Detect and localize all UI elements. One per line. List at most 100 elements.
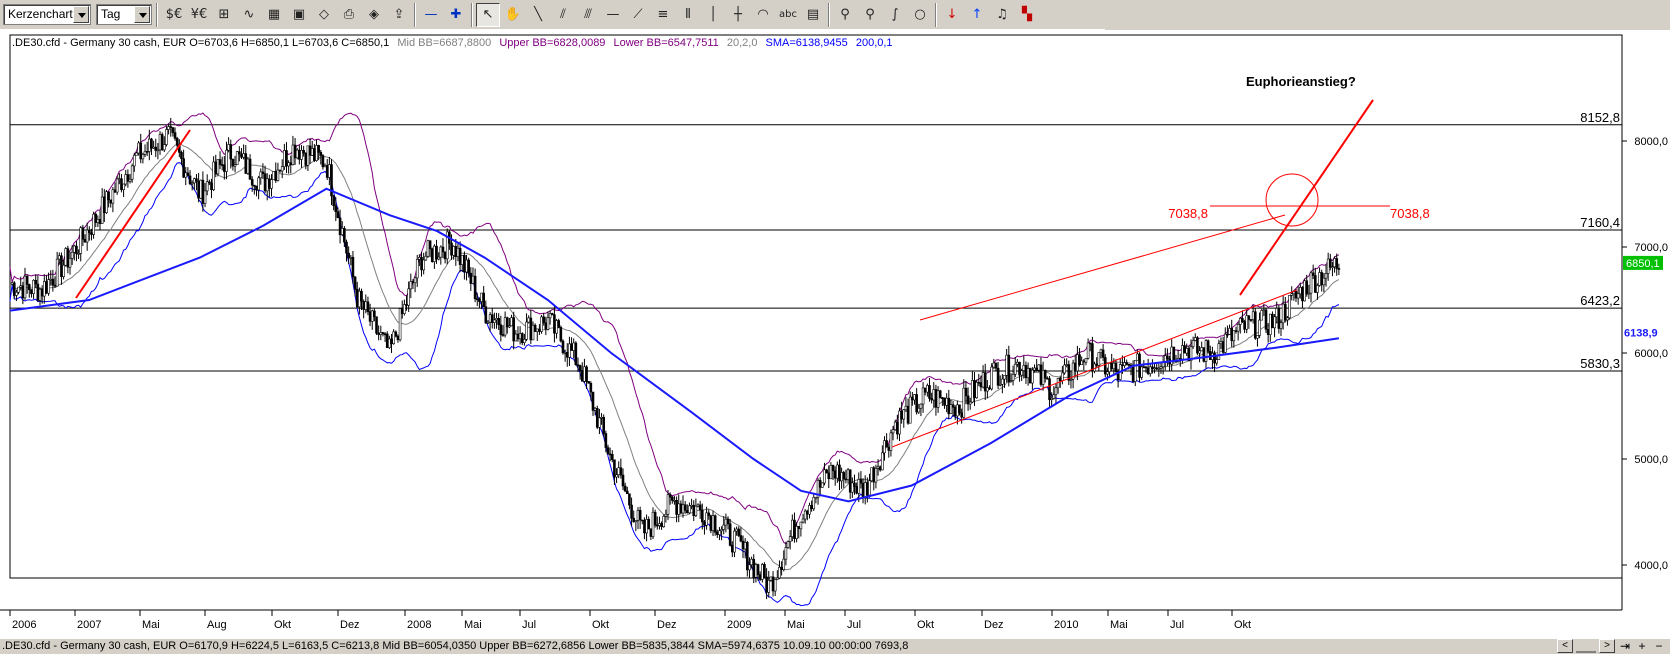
alarm-button[interactable]: ♫	[990, 3, 1014, 27]
export-button[interactable]: ⇪	[387, 3, 411, 27]
candle-body	[1114, 362, 1118, 372]
candle-body	[694, 505, 698, 517]
candle-body	[1061, 372, 1064, 381]
candle-body	[227, 144, 230, 151]
table-button[interactable]: ▦	[262, 3, 286, 27]
zoom-button[interactable]: ⚲	[833, 3, 857, 27]
candle-body	[683, 504, 687, 511]
candle-body	[283, 150, 286, 167]
x-tick-label: Jul	[522, 619, 536, 631]
scroll-track[interactable]	[1576, 639, 1596, 653]
candle-body	[808, 505, 811, 515]
candle-body	[1050, 397, 1053, 400]
pointer-button[interactable]: ↖	[476, 2, 500, 27]
text-tool-button[interactable]: abc	[776, 3, 800, 27]
candle-body	[958, 404, 961, 414]
hand-button[interactable]: ✋	[501, 3, 525, 27]
chevron-down-icon[interactable]	[73, 6, 89, 23]
candle-body	[1095, 363, 1098, 366]
candle-body	[12, 282, 16, 296]
fan-button[interactable]: ⟋	[626, 3, 650, 27]
candle-body	[272, 171, 275, 180]
vertical-line-icon: │	[709, 7, 717, 22]
x-tick-label: Aug	[207, 619, 227, 631]
candle-body	[1294, 291, 1298, 299]
candle-body	[720, 529, 723, 532]
candle-body	[1281, 303, 1285, 324]
color-palette-icon: ▚	[1022, 7, 1032, 22]
candle-body	[733, 530, 736, 553]
candle-body	[1283, 303, 1287, 321]
color-palette-button[interactable]: ▚	[1015, 3, 1039, 27]
fibonacci-button[interactable]: ≡	[651, 3, 675, 27]
horizontal-line-button[interactable]: —	[601, 3, 625, 27]
channel-tool-button[interactable]: ⫽	[551, 3, 575, 27]
gallery-button[interactable]: ◈	[362, 3, 386, 27]
candle-body	[600, 417, 603, 419]
candle-body	[1157, 368, 1161, 370]
image-button[interactable]: ▣	[287, 3, 311, 27]
candle-body	[591, 391, 595, 411]
scroll-end-icon[interactable]: ⇥	[1618, 639, 1632, 653]
zoom-in-button[interactable]: ✚	[444, 3, 468, 27]
freehand-button[interactable]: ∫	[883, 3, 907, 27]
crosshair-button[interactable]: ┼	[726, 3, 750, 27]
candle-body	[765, 576, 768, 593]
circle-tool-button[interactable]: ○	[908, 3, 932, 27]
candle-body	[1026, 368, 1030, 379]
arc-button[interactable]: ◠	[751, 3, 775, 27]
zoom-out-button[interactable]: −	[1652, 639, 1666, 653]
price-chart[interactable]: 8152,8 7160,4 6423,2 5830,3 8000,0 7000,0 6000…	[0, 30, 1670, 639]
candle-body	[240, 153, 243, 158]
zoom-in-button[interactable]: +	[1635, 639, 1649, 653]
freehand-icon: ∫	[891, 7, 899, 22]
candle-body	[827, 472, 831, 480]
text-tool-icon: abc	[779, 8, 797, 20]
eraser-button[interactable]: ◇	[312, 3, 336, 27]
candle-body	[280, 166, 284, 172]
candle-body	[806, 510, 809, 515]
candle-body	[81, 227, 85, 240]
candle-body	[113, 189, 117, 193]
candle-body	[1007, 354, 1011, 382]
candle-body	[887, 446, 891, 451]
sell-arrow-button[interactable]: ↓	[940, 3, 964, 27]
chart-type-select[interactable]: Kerzenchart	[3, 4, 91, 25]
fan-icon: ⟋	[633, 7, 643, 22]
zoom-out-button[interactable]: —	[419, 3, 443, 27]
scroll-left-button[interactable]: <	[1557, 639, 1573, 653]
candle-body	[658, 523, 661, 526]
vertical-lines-button[interactable]: ⦀	[676, 3, 700, 27]
candle-body	[728, 523, 732, 546]
x-tick-label: Jul	[847, 619, 861, 631]
scroll-right-button[interactable]: >	[1599, 639, 1615, 653]
candle-body	[73, 245, 76, 253]
legend-upper-bb: Upper BB=6828,0089	[499, 37, 606, 49]
line-tool-button[interactable]: ╲	[526, 3, 550, 27]
candle-body	[128, 178, 132, 182]
period-select[interactable]: Tag	[96, 4, 152, 25]
candle-body	[1112, 362, 1116, 370]
candle-body	[932, 389, 936, 401]
candle-body	[679, 503, 683, 514]
zoom-box-button[interactable]: ⚲	[858, 3, 882, 27]
candle-body	[345, 241, 348, 254]
candle-body	[881, 452, 884, 471]
print-button[interactable]: ⎙	[337, 3, 361, 27]
chart-line-button[interactable]: ∿	[237, 3, 261, 27]
currency-button[interactable]: $€	[162, 3, 186, 27]
indicator-button[interactable]: ⊞	[212, 3, 236, 27]
chart-area[interactable]: 8152,8 7160,4 6423,2 5830,3 8000,0 7000,0 6000…	[0, 30, 1670, 639]
candle-body	[1314, 275, 1317, 293]
chevron-down-icon[interactable]	[134, 6, 150, 23]
export-icon: ⇪	[393, 7, 405, 22]
annotation-euphorieanstieg: Euphorieanstieg?	[1246, 74, 1356, 89]
candle-body	[287, 162, 290, 167]
calculator-button[interactable]: ▤	[801, 3, 825, 27]
parallel-lines-button[interactable]: ⫻	[576, 3, 600, 27]
currency-swap-button[interactable]: ¥€	[187, 3, 211, 27]
vertical-line-button[interactable]: │	[701, 3, 725, 27]
buy-arrow-button[interactable]: ↑	[965, 3, 989, 27]
currency-swap-icon: ¥€	[190, 7, 208, 22]
x-tick-label: 2006	[12, 619, 36, 631]
